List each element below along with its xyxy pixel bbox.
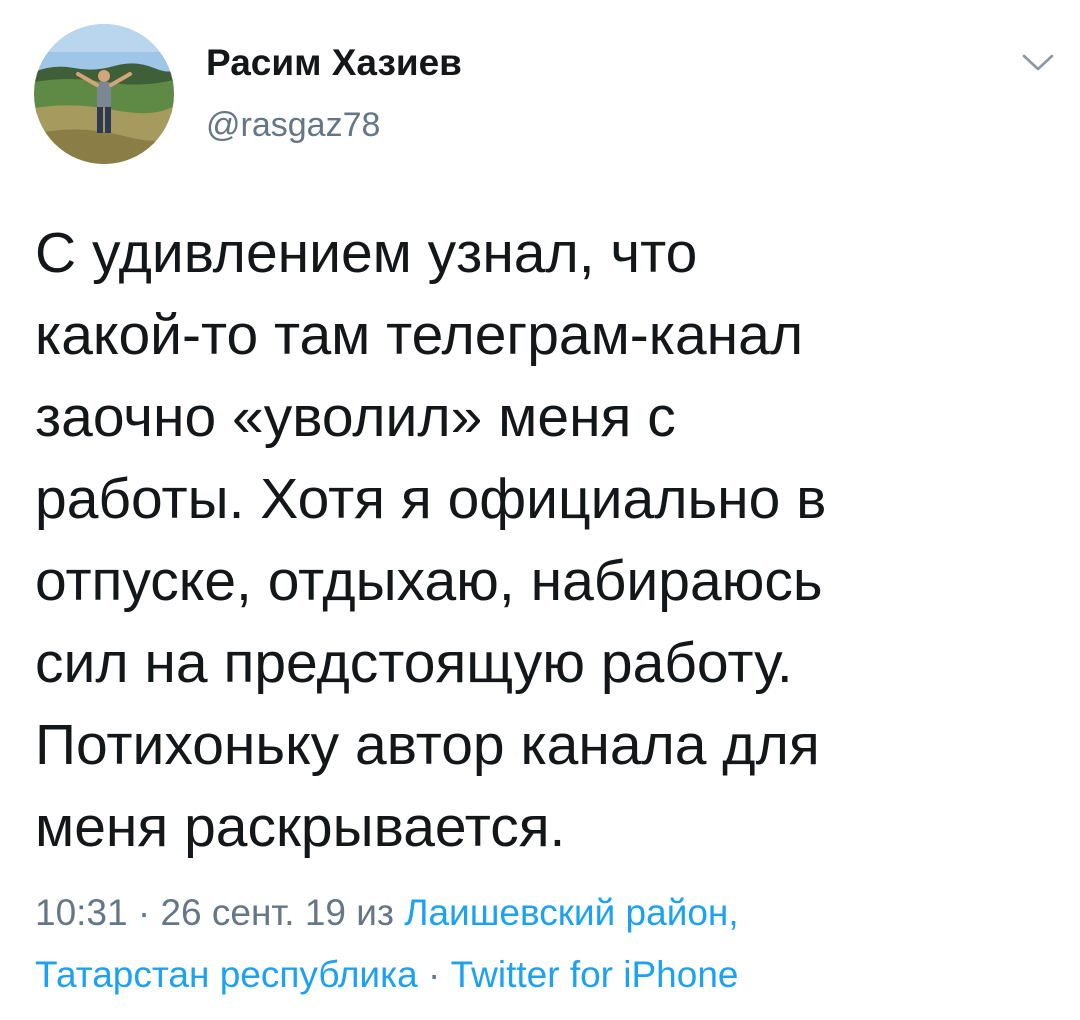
tweet-meta-line-1: 10:31 · 26 сент. 19 из Лаишевский район,: [35, 892, 739, 934]
meta-from-word: из: [346, 892, 405, 933]
chevron-down-icon[interactable]: [1020, 48, 1056, 76]
tweet-text: С удивлением узнал, что какой-то там тел…: [35, 212, 1045, 868]
author-handle[interactable]: @rasgaz78: [206, 106, 380, 145]
tweet-text-line: сил на предстоящую работу.: [35, 631, 793, 695]
meta-separator: ·: [417, 954, 451, 995]
tweet-date[interactable]: 26 сент. 19: [160, 892, 346, 933]
tweet: Расим Хазиев @rasgaz78 С удивлением узна…: [0, 0, 1080, 1020]
tweet-text-line: работы. Хотя я официально в: [35, 467, 827, 531]
tweet-text-line: С удивлением узнал, что: [35, 221, 698, 285]
tweet-time[interactable]: 10:31: [35, 892, 128, 933]
meta-separator: ·: [127, 892, 161, 933]
location-link[interactable]: Лаишевский район,: [404, 892, 738, 933]
tweet-text-line: какой-то там телеграм-канал: [35, 303, 804, 367]
tweet-text-line: меня раскрывается.: [35, 795, 566, 859]
tweet-text-line: Потихоньку автор канала для: [35, 713, 820, 777]
source-link[interactable]: Twitter for iPhone: [451, 954, 739, 995]
avatar-photo-icon: [34, 24, 174, 164]
author-name[interactable]: Расим Хазиев: [206, 42, 462, 84]
location-link[interactable]: Татарстан республика: [35, 954, 418, 995]
tweet-text-line: отпуске, отдыхаю, набираюсь: [35, 549, 823, 613]
avatar[interactable]: [34, 24, 174, 164]
tweet-meta-line-2: Татарстан республика · Twitter for iPhon…: [35, 954, 738, 996]
tweet-text-line: заочно «уволил» меня с: [35, 385, 676, 449]
